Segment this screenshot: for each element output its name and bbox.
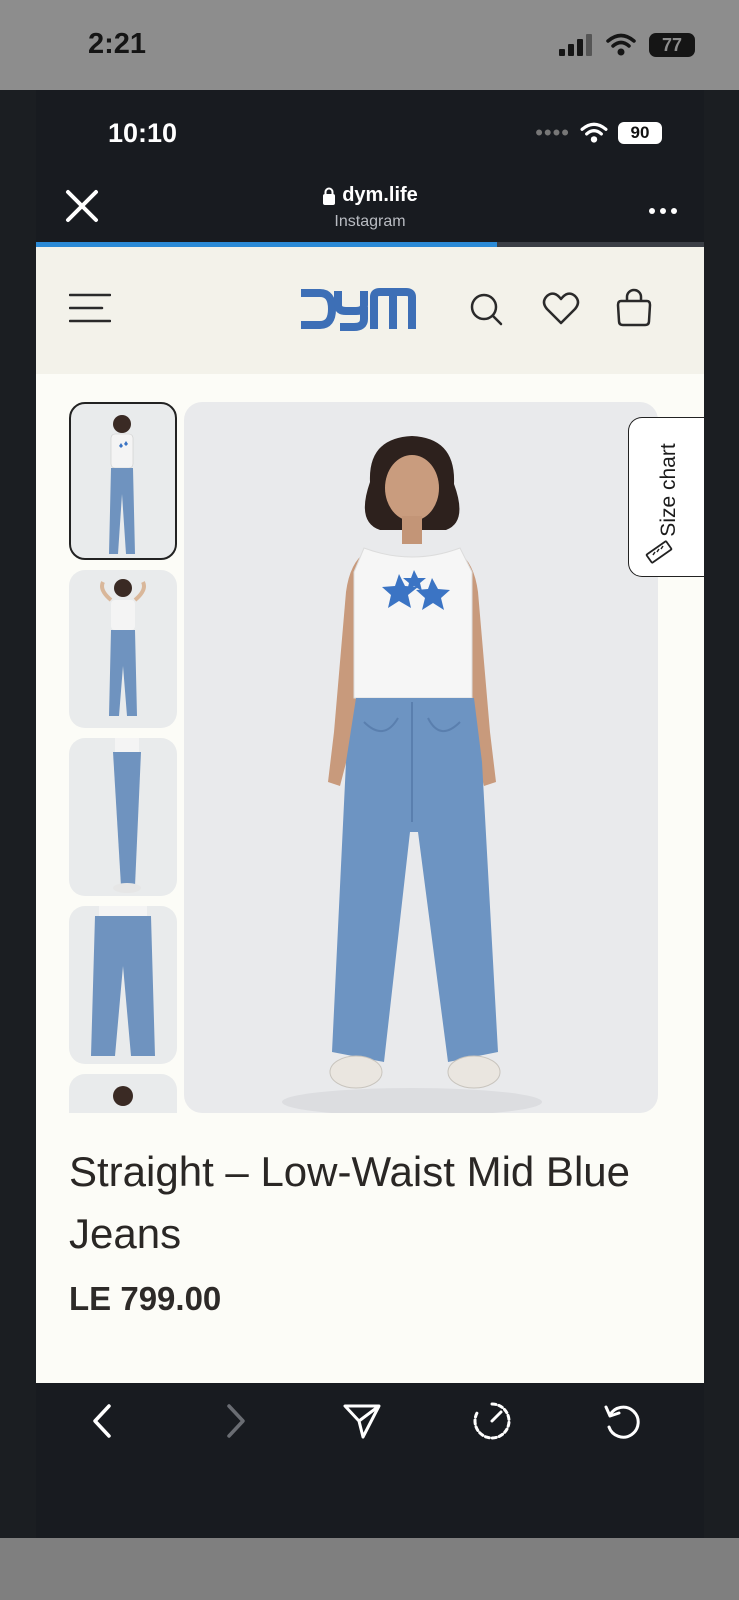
- size-chart-label: Size chart: [657, 443, 680, 537]
- model-detail-thumbnail-image: [113, 1086, 133, 1106]
- url-source: Instagram: [334, 213, 406, 230]
- product-title: Straight – Low-Waist Mid Blue Jeans: [69, 1148, 630, 1257]
- inner-time: 10:10: [108, 118, 178, 148]
- bag-icon: [616, 288, 652, 327]
- speed-button[interactable]: [472, 1401, 512, 1441]
- more-icon: [649, 208, 677, 214]
- send-icon: [343, 1404, 381, 1439]
- inner-status-icons: •••• 90: [535, 120, 662, 146]
- close-button[interactable]: [64, 188, 100, 224]
- menu-icon: [68, 293, 112, 323]
- cart-button[interactable]: [616, 287, 652, 327]
- device-status-icons: 77: [559, 33, 695, 57]
- main-product-image[interactable]: [184, 402, 658, 1113]
- device-status-bar: 2:21 77: [0, 0, 739, 90]
- url-display[interactable]: dym.life Instagram: [220, 184, 520, 231]
- forward-button[interactable]: [214, 1401, 254, 1441]
- wifi-icon: [606, 33, 636, 56]
- wishlist-button[interactable]: [542, 291, 580, 327]
- thumbnail-gallery: [69, 402, 177, 1113]
- dym-logo-icon: [301, 288, 416, 331]
- close-icon: [66, 190, 98, 222]
- device-bottom-area: [0, 1538, 739, 1600]
- heart-icon: [542, 292, 580, 325]
- chevron-left-icon: [93, 1404, 111, 1438]
- url-domain: dym.life: [342, 184, 418, 206]
- chevron-right-icon: [227, 1404, 245, 1438]
- ruler-icon: [645, 540, 673, 564]
- reload-icon: [604, 1405, 640, 1439]
- model-wearing-jeans-image: [282, 436, 542, 1113]
- model-side-thumbnail-image: [113, 738, 141, 893]
- model-front-thumbnail-image: [109, 415, 135, 554]
- lock-icon: [323, 187, 336, 205]
- web-page: Size chart Straight – Low-Waist Mid Blue…: [36, 247, 704, 1383]
- back-button[interactable]: [84, 1401, 124, 1441]
- thumbnail-side[interactable]: [69, 738, 177, 896]
- inner-wifi-icon: [580, 122, 608, 143]
- cellular-signal-icon: [559, 34, 592, 56]
- battery-icon: 77: [649, 33, 695, 57]
- device-time: 2:21: [88, 28, 147, 60]
- speedometer-icon: [473, 1402, 511, 1440]
- model-back-thumbnail-image: [91, 906, 155, 1056]
- search-icon: [470, 293, 503, 326]
- menu-button[interactable]: [68, 291, 112, 325]
- thumbnail-pose[interactable]: [69, 570, 177, 728]
- in-app-browser-bar: dym.life Instagram: [36, 178, 704, 238]
- share-button[interactable]: [342, 1401, 382, 1441]
- inner-battery-icon: 90: [618, 122, 662, 144]
- search-button[interactable]: [468, 291, 504, 327]
- site-header: [36, 247, 704, 374]
- product-price: LE 799.00: [69, 1280, 222, 1317]
- brand-logo[interactable]: [298, 285, 416, 333]
- recorded-screen: 10:10 •••• 90 dym.life Instagram Size ch…: [36, 90, 704, 1538]
- background-app-right: [704, 90, 739, 1538]
- thumbnail-back[interactable]: [69, 906, 177, 1064]
- browser-bottom-nav: [36, 1383, 704, 1538]
- model-pose-thumbnail-image: [100, 579, 146, 716]
- signal-dots-icon: ••••: [535, 120, 570, 145]
- thumbnail-front[interactable]: [69, 402, 177, 560]
- reload-button[interactable]: [602, 1401, 642, 1441]
- size-chart-button[interactable]: Size chart: [628, 417, 704, 577]
- more-options-button[interactable]: [648, 198, 678, 215]
- background-app-left: [0, 90, 36, 1538]
- inner-status-bar: 10:10 •••• 90: [36, 90, 704, 170]
- thumbnail-detail[interactable]: [69, 1074, 177, 1113]
